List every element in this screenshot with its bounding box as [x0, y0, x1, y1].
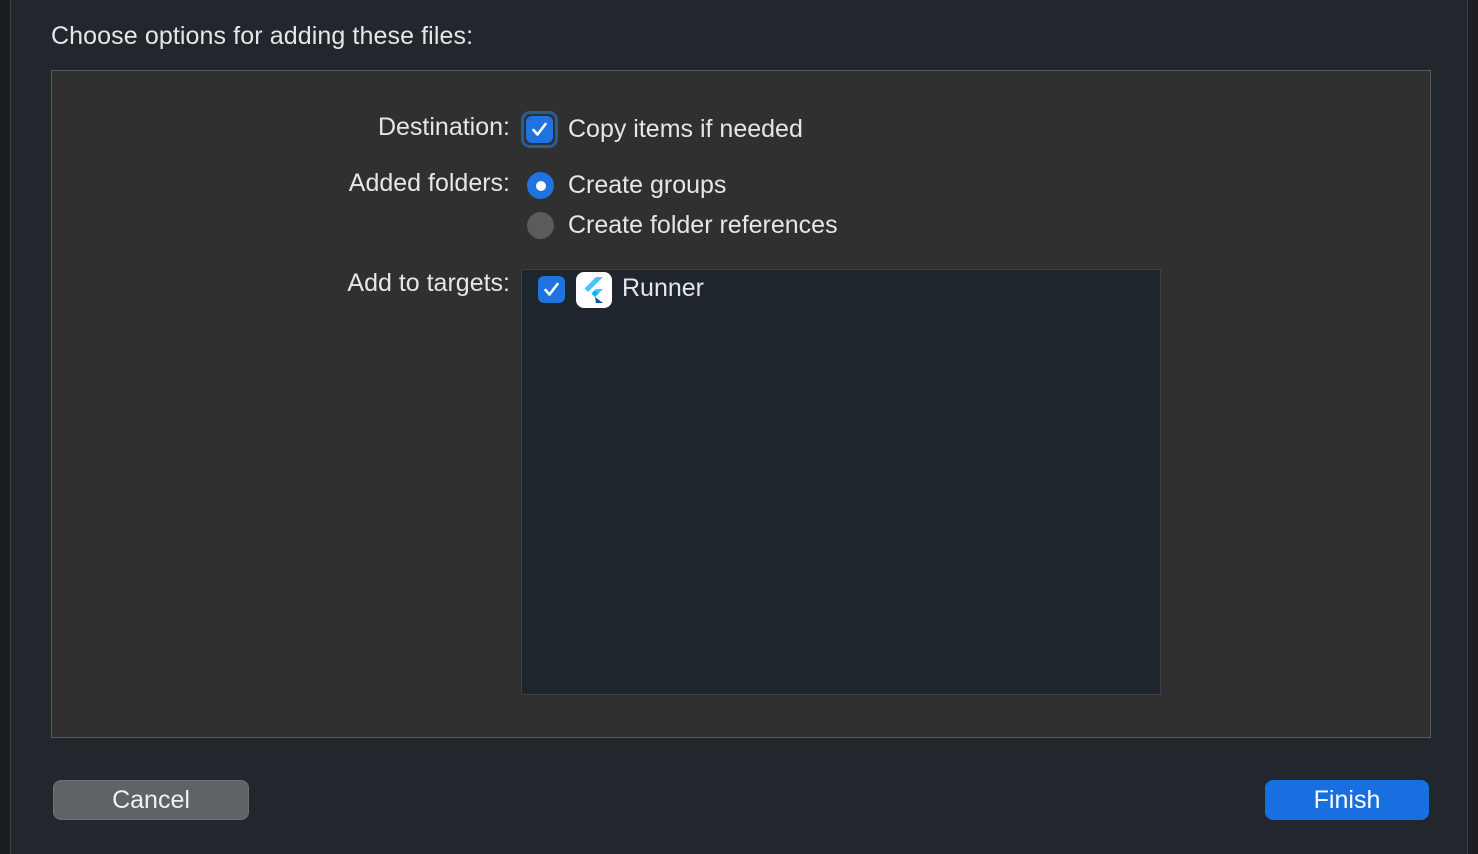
create-folder-references-radio[interactable]: [527, 212, 554, 239]
add-files-sheet: Choose options for adding these files: D…: [10, 0, 1468, 854]
target-runner-checkbox[interactable]: [538, 276, 565, 303]
added-folders-label: Added folders:: [348, 169, 510, 197]
radio-dot: [535, 180, 546, 191]
dialog-prompt: Choose options for adding these files:: [51, 22, 474, 50]
target-runner-label: Runner: [622, 274, 704, 302]
copy-items-label[interactable]: Copy items if needed: [568, 115, 803, 144]
create-groups-label[interactable]: Create groups: [568, 171, 726, 200]
cancel-button[interactable]: Cancel: [53, 780, 249, 820]
checkmark-icon: [544, 282, 559, 296]
destination-label: Destination:: [377, 113, 510, 141]
copy-items-checkbox[interactable]: [526, 116, 553, 143]
add-to-targets-label: Add to targets:: [347, 269, 510, 297]
create-groups-radio[interactable]: [527, 172, 554, 199]
flutter-icon: [576, 272, 612, 308]
finish-button[interactable]: Finish: [1265, 780, 1429, 820]
targets-list[interactable]: Runner: [521, 269, 1161, 695]
options-panel: Destination: Copy items if needed Added …: [51, 70, 1431, 738]
create-folder-references-label[interactable]: Create folder references: [568, 211, 838, 240]
checkmark-icon: [532, 122, 547, 136]
